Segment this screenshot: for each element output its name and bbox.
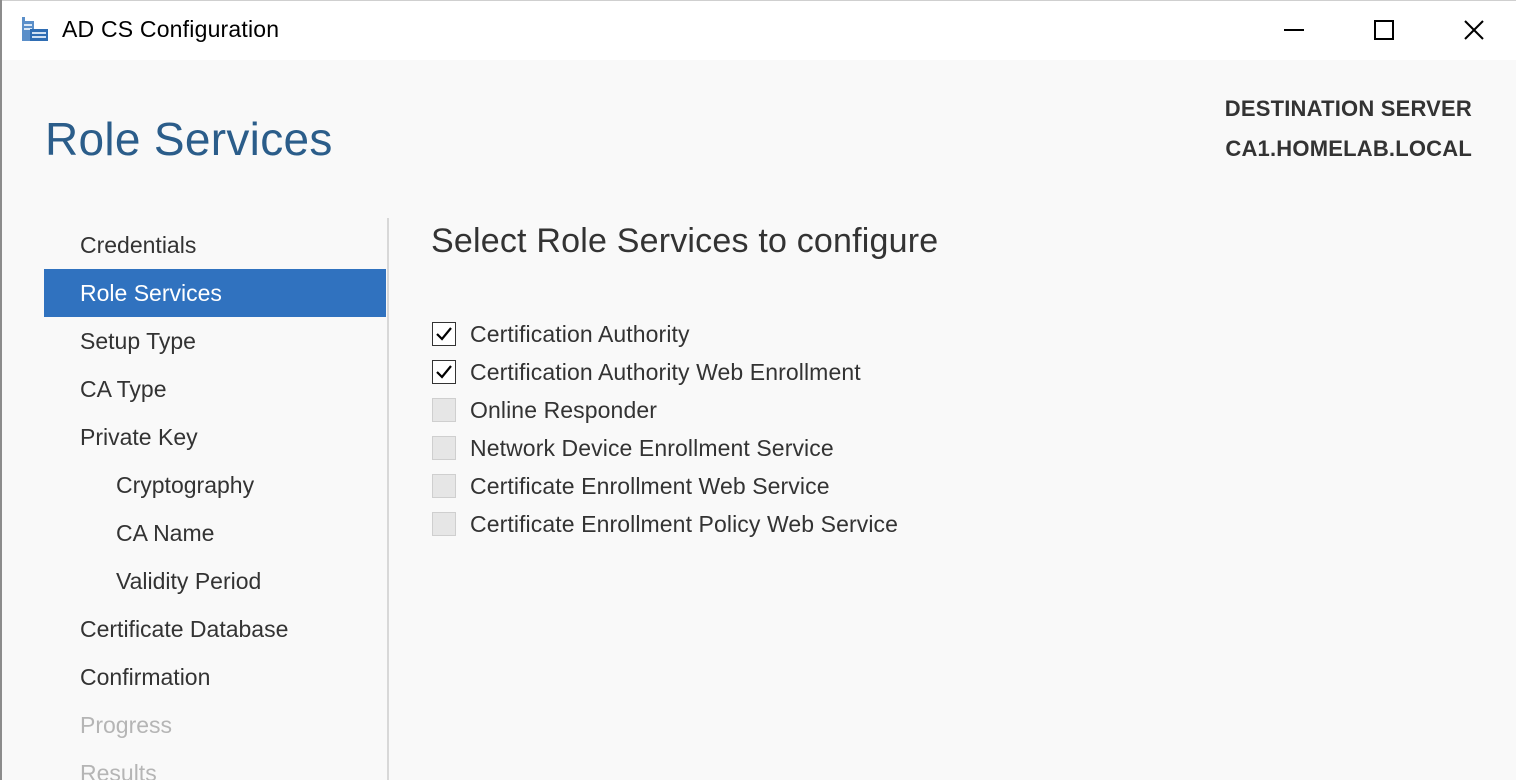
checkbox-ca-web-enrollment[interactable] (432, 360, 456, 384)
checkmark-icon (436, 327, 452, 341)
nav-item-confirmation[interactable]: Confirmation (44, 653, 386, 701)
role-label: Online Responder (470, 396, 657, 423)
nav-item-setup-type[interactable]: Setup Type (44, 317, 386, 365)
ad-cs-configuration-window: AD CS Configuration Role Services DESTIN… (0, 0, 1516, 780)
role-row-ndes: Network Device Enrollment Service (432, 429, 898, 467)
nav-item-certificate-database[interactable]: Certificate Database (44, 605, 386, 653)
nav-item-cryptography[interactable]: Cryptography (44, 461, 386, 509)
wizard-nav: Credentials Role Services Setup Type CA … (44, 221, 386, 780)
checkbox-cert-enrollment-policy-web-service (432, 512, 456, 536)
server-manager-icon (22, 17, 48, 41)
minimize-icon (1284, 29, 1304, 31)
role-row-online-responder: Online Responder (432, 391, 898, 429)
page-title: Role Services (45, 113, 333, 165)
nav-item-ca-type[interactable]: CA Type (44, 365, 386, 413)
role-row-cert-enrollment-policy-web-service: Certificate Enrollment Policy Web Servic… (432, 505, 898, 543)
role-row-ca-web-enrollment[interactable]: Certification Authority Web Enrollment (432, 353, 898, 391)
maximize-icon (1374, 20, 1394, 40)
role-label: Network Device Enrollment Service (470, 434, 834, 461)
role-label: Certificate Enrollment Web Service (470, 472, 830, 499)
checkbox-cert-enrollment-web-service (432, 474, 456, 498)
role-label: Certification Authority (470, 320, 690, 347)
role-row-certification-authority[interactable]: Certification Authority (432, 315, 898, 353)
maximize-button[interactable] (1340, 1, 1428, 59)
destination-server-value: CA1.HOMELAB.LOCAL (1225, 136, 1472, 161)
role-label: Certificate Enrollment Policy Web Servic… (470, 510, 899, 537)
role-services-list: Certification Authority Certification Au… (432, 315, 898, 543)
checkbox-online-responder (432, 398, 456, 422)
checkbox-ndes (432, 436, 456, 460)
nav-item-credentials[interactable]: Credentials (44, 221, 386, 269)
minimize-button[interactable] (1250, 1, 1338, 59)
nav-item-ca-name[interactable]: CA Name (44, 509, 386, 557)
nav-divider (387, 218, 389, 780)
content-heading: Select Role Services to configure (431, 222, 939, 260)
nav-item-private-key[interactable]: Private Key (44, 413, 386, 461)
title-bar[interactable]: AD CS Configuration (2, 0, 1516, 60)
close-icon (1464, 20, 1484, 40)
nav-item-validity-period[interactable]: Validity Period (44, 557, 386, 605)
destination-server-label: DESTINATION SERVER (1224, 96, 1472, 121)
role-label: Certification Authority Web Enrollment (470, 358, 861, 385)
nav-item-results: Results (80, 760, 157, 780)
close-button[interactable] (1430, 1, 1516, 59)
nav-item-role-services[interactable]: Role Services (44, 269, 386, 317)
window-title: AD CS Configuration (62, 16, 280, 42)
checkmark-icon (436, 365, 452, 379)
role-row-cert-enrollment-web-service: Certificate Enrollment Web Service (432, 467, 898, 505)
checkbox-certification-authority[interactable] (432, 322, 456, 346)
nav-item-progress: Progress (80, 712, 173, 738)
